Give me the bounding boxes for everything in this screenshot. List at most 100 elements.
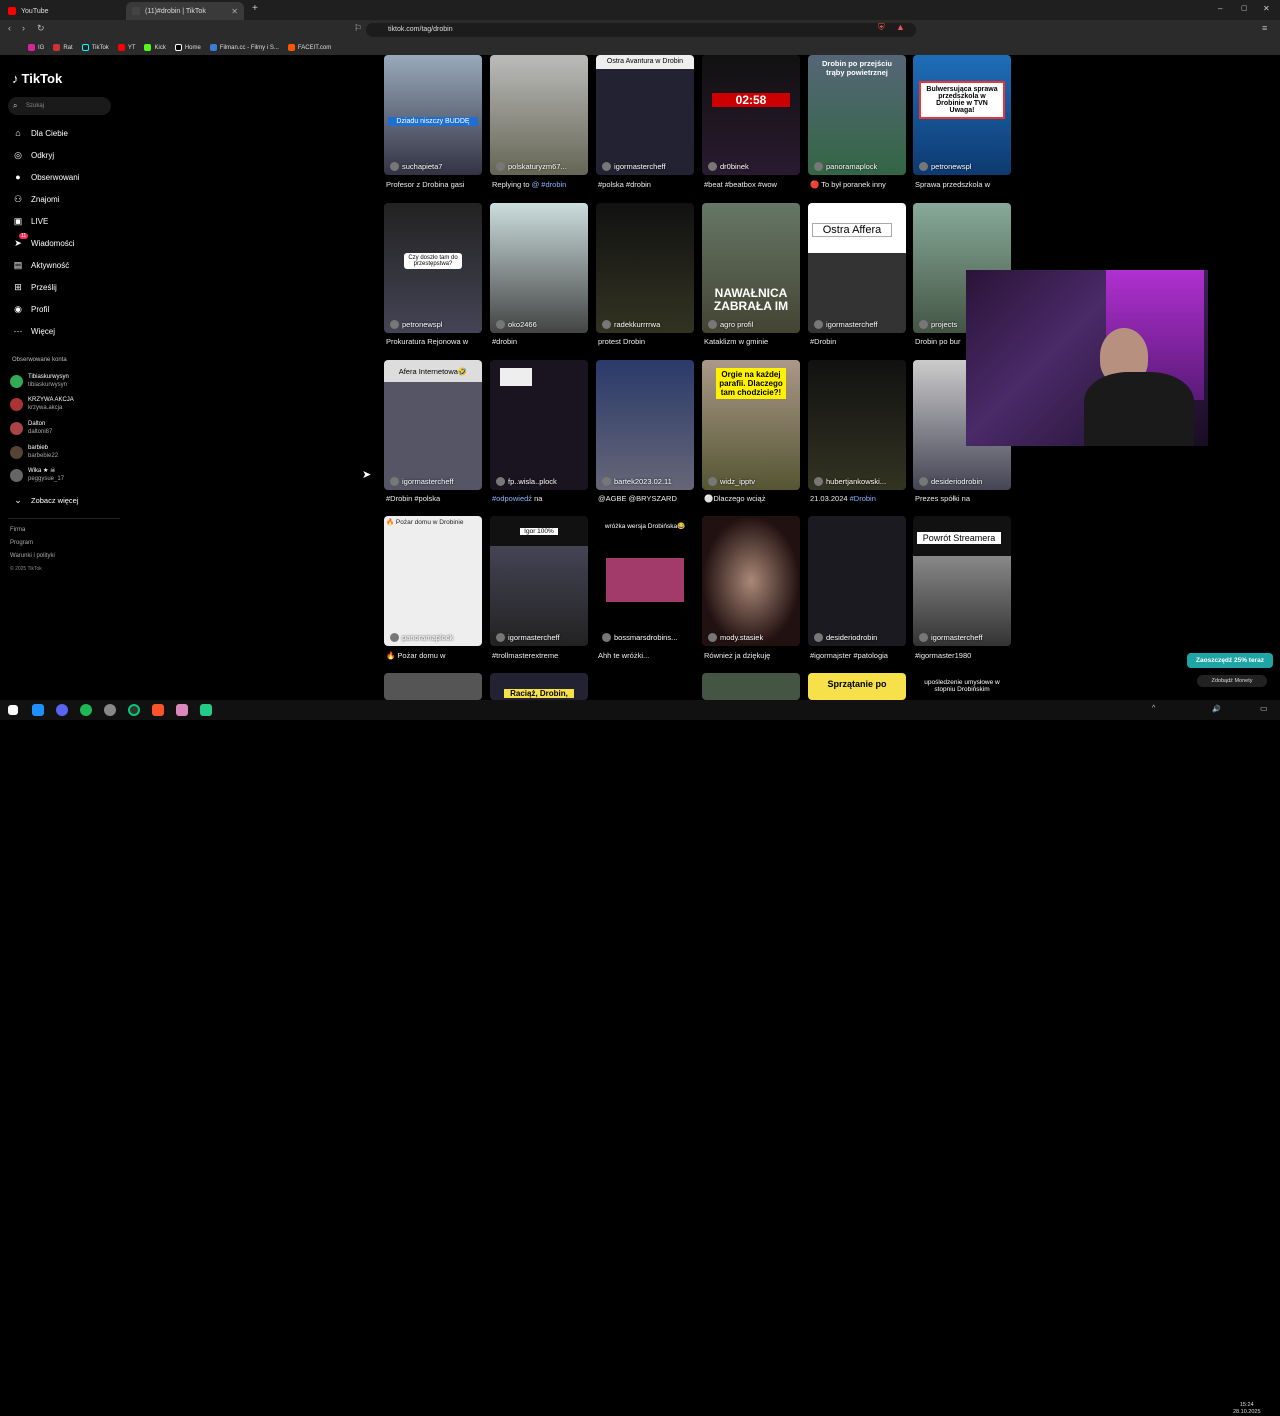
video-caption[interactable]: Sprawa przedszkola w [915, 180, 1015, 189]
bookmark-icon[interactable]: ⚐ [354, 23, 362, 34]
new-tab-icon[interactable]: + [252, 3, 258, 14]
shield-icon[interactable]: ⛨ [878, 22, 885, 33]
footer-link[interactable]: Warunki i polityki [10, 553, 55, 559]
caption-hashtag[interactable]: #Drobin [850, 494, 876, 503]
back-icon[interactable]: ‹ [8, 23, 11, 33]
bookmark-rat[interactable]: Rat [53, 44, 73, 51]
video-caption[interactable]: #igormaster1980 [915, 651, 1015, 660]
video-card[interactable] [384, 673, 482, 700]
tray-chevron-icon[interactable]: ^ [1152, 705, 1155, 712]
bookmark-yt[interactable]: YT [117, 44, 135, 51]
video-caption[interactable]: Prezes spółki na [915, 494, 1015, 503]
tab-youtube[interactable]: YouTube [2, 2, 122, 20]
clock[interactable]: 15:24 28.10.2025 [1233, 1402, 1261, 1416]
video-caption[interactable]: #polska #drobin [598, 180, 698, 189]
video-card[interactable]: mody.stasiek [702, 516, 800, 646]
notification-icon[interactable]: ▭ [1260, 704, 1268, 713]
video-card[interactable]: 02:58 dr0binek [702, 55, 800, 175]
nav-live[interactable]: ▣ LIVE [12, 215, 49, 227]
get-coins-button[interactable]: Zdobądź Monety [1197, 675, 1267, 687]
menu-icon[interactable]: ≡ [1262, 23, 1267, 33]
bookmark-filman[interactable]: Filman.cc - Filmy i S... [209, 44, 279, 51]
app-icon[interactable] [176, 704, 188, 716]
video-card[interactable]: Ostra Avantura w Drobin igormastercheff [596, 55, 694, 175]
video-card[interactable]: Ostra Affera igormastercheff [808, 203, 906, 333]
video-caption[interactable]: Drobin po bur [915, 337, 965, 346]
rewards-icon[interactable]: ▲ [896, 22, 905, 32]
video-card[interactable]: desideriodrobin [808, 516, 906, 646]
followed-account[interactable]: KRZYWA AKCJA krzywa.akcja [10, 396, 74, 412]
windows-start-icon[interactable] [8, 705, 18, 715]
video-card[interactable]: Igor 100% igormastercheff [490, 516, 588, 646]
video-caption[interactable]: #Drobin #polska [386, 494, 486, 503]
nav-upload[interactable]: ⊞ Prześlij [12, 281, 57, 293]
video-card[interactable]: upośledzenie umysłowe w stopniu Drobińsk… [913, 673, 1011, 700]
tiktok-logo[interactable]: ♪ TikTok [12, 71, 62, 86]
video-card[interactable]: Bulwersująca sprawa przedszkola w Drobin… [913, 55, 1011, 175]
video-card[interactable]: wróżka wersja Drobińska😂 bossmarsdrobins… [596, 516, 694, 646]
bookmark-ig[interactable]: IG [28, 44, 44, 51]
nav-profile[interactable]: ◉ Profil [12, 303, 49, 315]
video-card[interactable]: Powrót Streamera igormastercheff [913, 516, 1011, 646]
video-card[interactable]: Sprzątanie po [808, 673, 906, 700]
nav-for-you[interactable]: ⌂ Dla Ciebie [12, 127, 68, 139]
steam-icon[interactable] [104, 704, 116, 716]
brave-icon[interactable] [152, 704, 164, 716]
followed-account[interactable]: barbieb barbebie22 [10, 444, 58, 460]
video-caption[interactable]: 🔴 To był poranek inny [810, 180, 910, 189]
video-caption[interactable]: Również ja dziękuję [704, 651, 804, 660]
video-card[interactable]: Raciąż, Drobin, [490, 673, 588, 700]
video-card[interactable]: NAWAŁNICA ZABRAŁA IM agro profil [702, 203, 800, 333]
video-card[interactable] [702, 673, 800, 700]
video-card[interactable]: Czy doszło tam do przestępstwa? petronew… [384, 203, 482, 333]
followed-account[interactable]: Tibiaskurwysyn tibiaskurwysyn [10, 373, 69, 389]
followed-account[interactable]: Dalton daltoni87 [10, 420, 52, 436]
video-caption[interactable]: Kataklizm w gminie [704, 337, 804, 346]
spotify-icon[interactable] [80, 704, 92, 716]
video-caption[interactable]: 🔥 Pożar domu w [386, 651, 486, 660]
save-promo-button[interactable]: Zaoszczędź 25% teraz [1187, 653, 1273, 668]
video-caption[interactable]: Prokuratura Rejonowa w [386, 337, 486, 346]
minimize-icon[interactable]: – [1218, 4, 1222, 13]
close-icon[interactable]: ✕ [231, 7, 238, 16]
video-card[interactable]: bartek2023.02.11 [596, 360, 694, 490]
nav-activity[interactable]: ▤ Aktywność [12, 259, 70, 271]
video-card[interactable]: polskaturyzm67... [490, 55, 588, 175]
see-more-button[interactable]: ⌄ Zobacz więcej [12, 494, 78, 506]
nav-more[interactable]: ⋯ Więcej [12, 325, 56, 337]
footer-link[interactable]: Firma [10, 527, 25, 533]
video-caption[interactable]: #igormajster #patologia [810, 651, 910, 660]
nav-friends[interactable]: ⚇ Znajomi [12, 193, 60, 205]
bookmark-home[interactable]: Home [174, 44, 201, 51]
video-card[interactable]: Drobin po przejściu trąby powietrznej pa… [808, 55, 906, 175]
video-caption[interactable]: @AGBE @BRYSZARD [598, 494, 698, 503]
search-input[interactable]: Szukaj [8, 97, 111, 115]
caption-hashtag[interactable]: #odpowiedź [492, 494, 532, 503]
video-caption[interactable]: 21.03.2024 #Drobin [810, 494, 910, 503]
obs-icon[interactable] [128, 704, 140, 716]
video-caption[interactable]: Profesor z Drobina gasi [386, 180, 486, 189]
video-caption[interactable]: #Drobin [810, 337, 910, 346]
video-card[interactable]: 🔥 Pożar domu w Drobinie panoramaplock [384, 516, 482, 646]
bookmark-faceit[interactable]: FACEIT.com [287, 44, 331, 51]
video-caption[interactable]: ⚪Dlaczego wciąż [704, 494, 804, 503]
reload-icon[interactable]: ↻ [37, 23, 45, 34]
url-field[interactable]: tiktok.com/tag/drobin [366, 23, 916, 37]
video-card[interactable]: oko2466 [490, 203, 588, 333]
file-explorer-icon[interactable] [32, 704, 44, 716]
video-card[interactable]: fp..wisla..plock [490, 360, 588, 490]
video-card[interactable]: Orgie na każdej parafii. Dlaczego tam ch… [702, 360, 800, 490]
nav-following[interactable]: ● Obserwowani [12, 171, 79, 183]
video-caption[interactable]: Replying to @ #drobin [492, 180, 592, 189]
caption-hashtag[interactable]: @ #drobin [532, 180, 567, 189]
video-caption[interactable]: Ahh te wróżki... [598, 651, 698, 660]
followed-account[interactable]: Wika ★ ☠ peggysue_17 [10, 467, 64, 483]
close-window-icon[interactable]: ✕ [1263, 4, 1270, 13]
video-card[interactable]: hubertjankowski... [808, 360, 906, 490]
discord-icon[interactable] [56, 704, 68, 716]
video-caption[interactable]: #drobin [492, 337, 592, 346]
footer-link[interactable]: Program [10, 540, 33, 546]
video-caption[interactable]: protest Drobin [598, 337, 698, 346]
tab-tiktok[interactable]: (11)#drobin | TikTok ✕ [126, 2, 244, 20]
bookmark-kick[interactable]: Kick [144, 44, 166, 51]
